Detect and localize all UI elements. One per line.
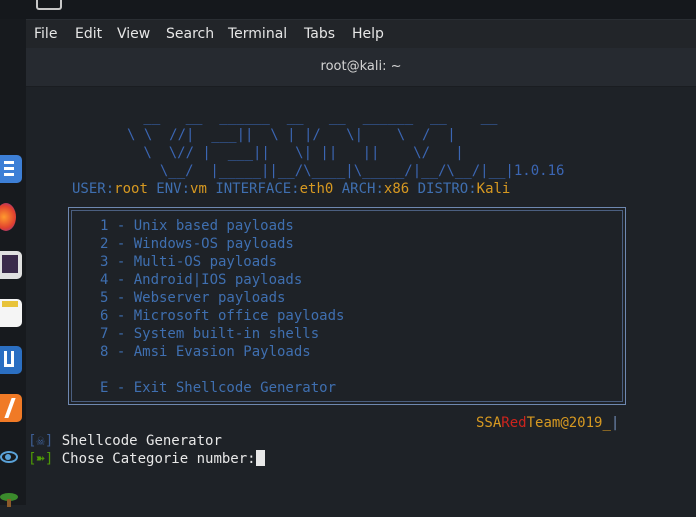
menu-search[interactable]: Search — [166, 26, 214, 42]
arch-value: x86 — [383, 181, 410, 197]
text-cursor[interactable] — [255, 450, 265, 466]
user-label: USER: — [72, 181, 115, 197]
menu-file[interactable]: File — [34, 26, 57, 42]
terminal-icon[interactable] — [0, 251, 22, 279]
dock — [0, 19, 26, 507]
interface-value: eth0 — [299, 181, 334, 197]
terminal-app-icon[interactable] — [0, 155, 22, 183]
skull-prefix: [☠] — [28, 433, 54, 449]
env-info-line: USER:root ENV:vm INTERFACE:eth0 ARCH:x86… — [72, 180, 510, 198]
menu-edit[interactable]: Edit — [75, 26, 102, 42]
window-title: root@kali: ~ — [320, 59, 402, 74]
prompt-line-1-text: Shellcode Generator — [61, 433, 222, 449]
menu-option-8: 8 - Amsi Evasion Payloads — [100, 344, 311, 360]
banner-line-2: \ \ //| ___|| \ | |/ \| \ / | — [127, 127, 456, 143]
menu-view[interactable]: View — [117, 26, 150, 42]
version-label: 1.0.16 — [513, 163, 565, 179]
tree-icon[interactable] — [0, 489, 22, 517]
prompt-line-2: [➽] Chose Categorie number: — [28, 450, 265, 468]
menu-option-exit: E - Exit Shellcode Generator — [100, 380, 337, 396]
eye-icon[interactable] — [0, 443, 22, 471]
menu-tabs[interactable]: Tabs — [304, 26, 335, 42]
burpsuite-icon[interactable] — [0, 394, 22, 422]
arrow-prefix: [➽] — [28, 451, 54, 467]
env-value: vm — [190, 181, 207, 197]
payload-menu-box: 1 - Unix based payloads 2 - Windows-OS p… — [68, 207, 626, 405]
signature-team: Team — [526, 415, 561, 431]
app-menu-icon[interactable] — [36, 0, 62, 10]
terminal-output[interactable]: __ __ ______ __ __ ______ __ __ \ \ //| … — [26, 87, 696, 505]
user-value: root — [114, 181, 148, 197]
distro-value: Kali — [476, 181, 511, 197]
interface-label: INTERFACE: — [206, 181, 300, 197]
menu-help[interactable]: Help — [352, 26, 384, 42]
banner-line-3: \ \// | ___|| \| || || \/ | — [135, 145, 464, 161]
signature-bar: | — [610, 415, 620, 431]
firefox-icon[interactable] — [0, 203, 16, 231]
env-label: ENV: — [147, 181, 191, 197]
prompt-line-2-text: Chose Categorie number: — [61, 451, 256, 467]
menu-option-3: 3 - Multi-OS payloads — [100, 254, 278, 270]
signature-year: @2019_ — [560, 415, 611, 431]
distro-label: DISTRO: — [409, 181, 477, 197]
metasploit-icon[interactable] — [0, 346, 22, 374]
signature-ssa: SSA — [476, 415, 502, 431]
menu-option-6: 6 - Microsoft office payloads — [100, 308, 345, 324]
top-panel — [0, 0, 696, 20]
menu-option-7: 7 - System built-in shells — [100, 326, 320, 342]
text-editor-icon[interactable] — [0, 299, 22, 327]
menu-option-2: 2 - Windows-OS payloads — [100, 236, 294, 252]
menu-option-4: 4 - Android|IOS payloads — [100, 272, 303, 288]
menu-terminal[interactable]: Terminal — [228, 26, 287, 42]
signature: SSARedTeam@2019_| — [476, 414, 619, 432]
prompt-line-1: [☠] Shellcode Generator — [28, 432, 222, 450]
banner-line-4-text: \__/ |_____||__/\____|\_____/|__/\__/|__… — [143, 163, 514, 179]
menu-bar: File Edit View Search Terminal Tabs Help — [26, 20, 696, 48]
menu-option-5: 5 - Webserver payloads — [100, 290, 286, 306]
tab-title-bar[interactable]: root@kali: ~ — [26, 48, 696, 87]
menu-option-1: 1 - Unix based payloads — [100, 218, 294, 234]
arch-label: ARCH: — [333, 181, 384, 197]
banner-line-4: \__/ |_____||__/\____|\_____/|__/\__/|__… — [143, 163, 565, 180]
signature-red: Red — [501, 415, 527, 431]
banner-line-1: __ __ ______ __ __ ______ __ __ — [135, 109, 506, 125]
